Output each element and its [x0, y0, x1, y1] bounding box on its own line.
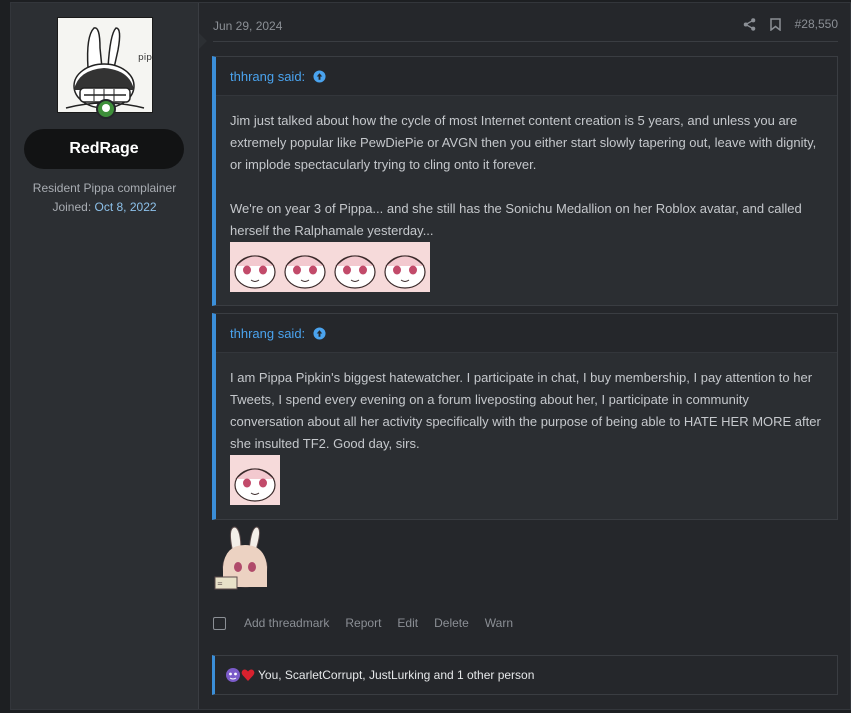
select-post-checkbox[interactable]: [213, 616, 226, 630]
emote-image: [230, 455, 280, 505]
joined-label: Joined:: [52, 200, 92, 214]
add-threadmark-link[interactable]: Add threadmark: [244, 616, 329, 630]
share-icon[interactable]: [743, 17, 756, 31]
post-tools: #28,550: [743, 17, 838, 31]
quote-paragraph: Jim just talked about how the cycle of m…: [230, 113, 817, 172]
user-title: Resident Pippa complainer: [32, 181, 177, 195]
emote-row: [230, 455, 823, 505]
user-column: pip RedRage Resident Pippa complainer Jo…: [11, 3, 207, 709]
reaction-icons: [225, 667, 255, 683]
quote-author[interactable]: thhrang said:: [230, 326, 305, 341]
post-date[interactable]: Jun 29, 2024: [213, 19, 282, 33]
quote-body: Jim just talked about how the cycle of m…: [216, 96, 837, 304]
arrow-up-circle-icon[interactable]: [313, 326, 326, 340]
arrow-up-circle-icon[interactable]: [313, 69, 326, 83]
report-link[interactable]: Report: [345, 616, 381, 630]
online-status-icon: [96, 99, 116, 119]
emote-image: [230, 242, 280, 292]
header-divider: [213, 41, 838, 42]
svg-text:pip: pip: [138, 53, 152, 63]
avatar-image: pip: [58, 18, 152, 112]
emote-image: [330, 242, 380, 292]
user-joined: Joined: Oct 8, 2022: [11, 200, 198, 214]
joined-date: Oct 8, 2022: [94, 200, 157, 214]
emote-image: [280, 242, 330, 292]
bookmark-icon[interactable]: [769, 17, 781, 31]
emote-row: [230, 242, 823, 292]
delete-link[interactable]: Delete: [434, 616, 469, 630]
post-actions: Add threadmark Report Edit Delete Warn: [213, 616, 513, 630]
quote-block-1: thhrang said: Jim just talked about how …: [212, 56, 838, 306]
message-post: pip RedRage Resident Pippa complainer Jo…: [10, 2, 851, 710]
quote-body: I am Pippa Pipkin's biggest hatewatcher.…: [216, 353, 837, 517]
reactions-bar[interactable]: You, ScarletCorrupt, JustLurking and 1 o…: [212, 655, 838, 695]
emote-image: [380, 242, 430, 292]
purple-face-icon: [226, 668, 240, 682]
post-number[interactable]: #28,550: [795, 17, 838, 31]
quote-block-2: thhrang said: I am Pippa Pipkin's bigges…: [212, 313, 838, 520]
reactions-text[interactable]: You, ScarletCorrupt, JustLurking and 1 o…: [258, 668, 534, 682]
edit-link[interactable]: Edit: [397, 616, 418, 630]
svg-text:=: =: [217, 580, 223, 588]
quote-paragraph: We're on year 3 of Pippa... and she stil…: [230, 201, 802, 238]
post-emote-image: =: [211, 523, 277, 591]
quote-header[interactable]: thhrang said:: [216, 314, 837, 353]
quote-paragraph: I am Pippa Pipkin's biggest hatewatcher.…: [230, 370, 821, 451]
post-main: Jun 29, 2024 #28,550 thhrang said: Jim j…: [211, 3, 850, 709]
quote-author[interactable]: thhrang said:: [230, 69, 305, 84]
quote-header[interactable]: thhrang said:: [216, 57, 837, 96]
heart-icon: [241, 669, 255, 681]
warn-link[interactable]: Warn: [485, 616, 513, 630]
username[interactable]: RedRage: [24, 129, 184, 169]
